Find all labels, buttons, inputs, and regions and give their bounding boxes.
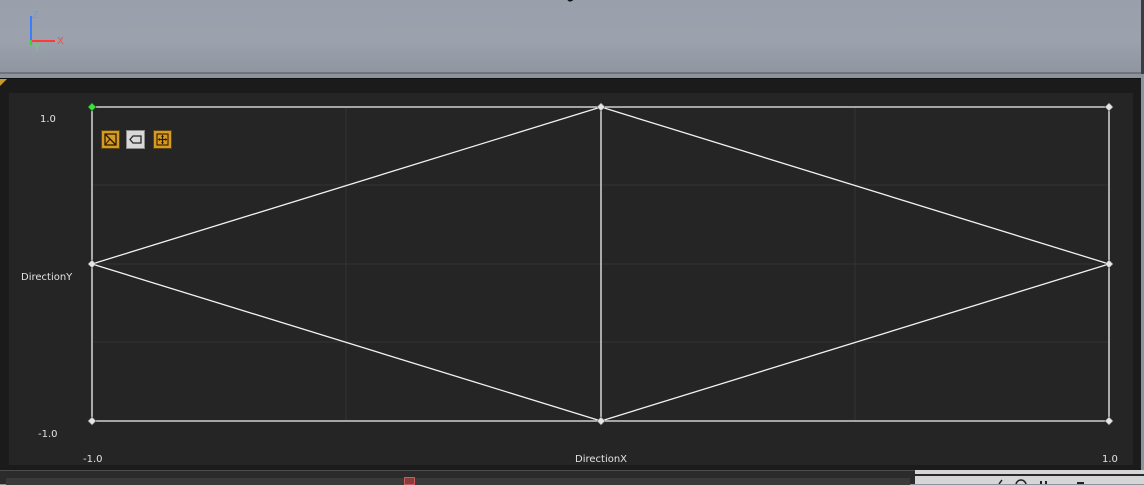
triangulation-toggle-button[interactable] — [101, 130, 120, 149]
axis-gizmo: Z X Y — [22, 10, 82, 58]
triangulate-icon — [104, 133, 117, 146]
gizmo-z-label: Z — [32, 10, 39, 21]
y-max-label: 1.0 — [40, 114, 56, 125]
gizmo-x-label: X — [57, 36, 64, 47]
playback-controls-icon[interactable] — [997, 477, 1097, 484]
blend-grid[interactable] — [9, 93, 1133, 465]
y-axis-label: DirectionY — [21, 272, 73, 283]
sample-point[interactable] — [87, 416, 97, 426]
viewport[interactable]: Z X Y — [0, 0, 1144, 74]
fit-view-icon — [156, 133, 169, 146]
sample-point[interactable] — [596, 102, 606, 112]
y-axis-line — [30, 40, 32, 45]
bottom-right-panel — [915, 470, 1144, 484]
fit-view-button[interactable] — [153, 130, 172, 149]
sample-point[interactable] — [1104, 416, 1114, 426]
sample-point[interactable] — [87, 259, 97, 269]
gizmo-y-label: Y — [34, 42, 41, 53]
x-max-label: 1.0 — [1102, 454, 1118, 465]
sample-point[interactable] — [596, 416, 606, 426]
x-axis-label: DirectionX — [575, 454, 628, 465]
panel-divider — [915, 474, 1144, 476]
show-bounds-button[interactable] — [126, 130, 145, 149]
bounds-icon — [129, 135, 142, 144]
viewport-title-fragment — [567, 0, 574, 2]
blend-space-editor: 1.0 DirectionY -1.0 -1.0 DirectionX 1.0 — [0, 78, 1141, 471]
sample-point[interactable] — [1104, 102, 1114, 112]
x-min-label: -1.0 — [83, 454, 103, 465]
timeline-track-area[interactable] — [0, 470, 915, 485]
blend-space-graph[interactable]: 1.0 DirectionY -1.0 -1.0 DirectionX 1.0 — [9, 93, 1133, 465]
y-min-label: -1.0 — [38, 429, 58, 440]
bottom-timeline — [0, 470, 1144, 485]
sample-point[interactable] — [1104, 259, 1114, 269]
viewport-divider — [0, 72, 1144, 74]
sample-point-top-left[interactable] — [87, 102, 97, 112]
panel-corner-marker — [0, 79, 7, 86]
